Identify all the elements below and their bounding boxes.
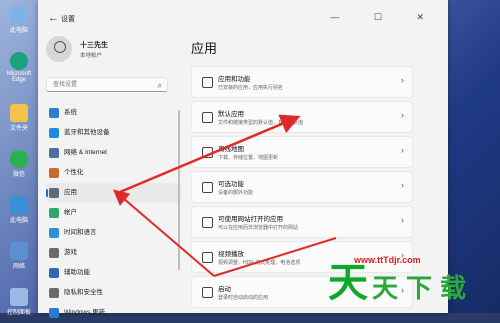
card-optional-features[interactable]: 可选功能 设备的额外功能 › xyxy=(191,171,413,203)
sidebar-item-network[interactable]: 网络 & Internet xyxy=(46,143,181,163)
chevron-right-icon: › xyxy=(401,215,404,225)
sidebar-item-accessibility[interactable]: 辅助功能 xyxy=(46,263,181,283)
user-profile[interactable]: 十三先生 本地帐户 xyxy=(46,36,176,70)
card-description: 设备的额外功能 xyxy=(218,190,254,196)
sidebar-scrollbar[interactable] xyxy=(178,110,180,270)
monitor-icon xyxy=(10,196,28,214)
sidebar-item-accounts[interactable]: 帐户 xyxy=(46,203,181,223)
search-input[interactable]: 查找设置 ⌕ xyxy=(46,77,168,92)
card-default-apps[interactable]: 默认应用 文件和链接类型的默认值，其他默认值 › xyxy=(191,101,413,133)
card-title: 可使用网站打开的应用 xyxy=(218,216,283,223)
card-title: 应用和功能 xyxy=(218,76,251,83)
default-apps-icon xyxy=(202,112,213,123)
personalization-icon xyxy=(49,168,59,178)
sidebar-item-windows-update[interactable]: Windows 更新 xyxy=(46,303,181,323)
accessibility-icon xyxy=(49,268,59,278)
user-name: 十三先生 xyxy=(80,42,108,49)
chevron-right-icon: › xyxy=(401,145,404,155)
card-description: 文件和链接类型的默认值，其他默认值 xyxy=(218,120,304,126)
chevron-right-icon: › xyxy=(401,75,404,85)
sidebar-item-bluetooth[interactable]: 蓝牙和其他设备 xyxy=(46,123,181,143)
desktop-icon-control-panel[interactable]: 控制面板 xyxy=(3,288,35,316)
desktop-icon-this-pc[interactable]: 此电脑 xyxy=(3,6,35,34)
avatar xyxy=(46,36,72,62)
edge-icon xyxy=(10,52,28,70)
desktop-icons: 此电脑 Microsoft Edge 文件夹 微信 此电脑 网络 控制面板 xyxy=(0,0,38,316)
card-apps-features[interactable]: 应用和功能 已安装的应用，应用执行别名 › xyxy=(191,66,413,98)
bluetooth-icon xyxy=(49,128,59,138)
sidebar-nav: 系统 蓝牙和其他设备 网络 & Internet 个性化 应用 帐户 时间和语言… xyxy=(46,103,181,323)
card-title: 默认应用 xyxy=(218,111,244,118)
offline-maps-icon xyxy=(202,147,213,158)
account-type: 本地帐户 xyxy=(80,53,103,59)
privacy-icon xyxy=(49,288,59,298)
account-icon xyxy=(49,208,59,218)
chevron-right-icon: › xyxy=(401,110,404,120)
folder-icon xyxy=(10,104,28,122)
sidebar-item-gaming[interactable]: 游戏 xyxy=(46,243,181,263)
gaming-icon xyxy=(49,248,59,258)
computer-icon xyxy=(10,6,28,24)
window-title: 设置 xyxy=(61,16,75,23)
startup-icon xyxy=(202,287,213,298)
video-playback-icon xyxy=(202,252,213,263)
control-panel-icon xyxy=(10,288,28,306)
card-apps-for-websites[interactable]: 可使用网站打开的应用 可以在应用而非浏览器中打开的网站 › xyxy=(191,206,413,238)
desktop-icon-wechat[interactable]: 微信 xyxy=(3,150,35,178)
desktop-icon-folder[interactable]: 文件夹 xyxy=(3,104,35,132)
wechat-icon xyxy=(10,150,28,168)
apps-features-icon xyxy=(202,77,213,88)
card-description: 可以在应用而非浏览器中打开的网站 xyxy=(218,225,299,231)
optional-features-icon xyxy=(202,182,213,193)
card-title: 视频播放 xyxy=(218,251,244,258)
back-arrow-icon[interactable]: ← xyxy=(48,12,59,24)
page-title: 应用 xyxy=(191,41,218,56)
card-description: 视频调整、HDR 流式处理、电池选项 xyxy=(218,260,301,266)
card-title: 离线地图 xyxy=(218,146,244,153)
chevron-right-icon: › xyxy=(401,180,404,190)
sidebar-item-privacy[interactable]: 隐私和安全性 xyxy=(46,283,181,303)
system-icon xyxy=(49,108,59,118)
title-bar: ← 设置 — ☐ ✕ xyxy=(38,10,448,28)
card-description: 已安装的应用，应用执行别名 xyxy=(218,85,284,91)
watermark: 天 天 下 载 www.ttTdjr.com xyxy=(328,255,467,305)
apps-for-websites-icon xyxy=(202,217,213,228)
time-language-icon xyxy=(49,228,59,238)
card-title: 可选功能 xyxy=(218,181,244,188)
desktop-icon-network[interactable]: 网络 xyxy=(3,242,35,270)
desktop-icon-edge[interactable]: Microsoft Edge xyxy=(3,52,35,83)
window-controls[interactable]: — ☐ ✕ xyxy=(330,12,440,23)
sidebar-item-system[interactable]: 系统 xyxy=(46,103,181,123)
search-icon: ⌕ xyxy=(157,81,162,90)
sidebar-item-personalization[interactable]: 个性化 xyxy=(46,163,181,183)
sidebar-item-time-language[interactable]: 时间和语言 xyxy=(46,223,181,243)
network-icon xyxy=(10,242,28,260)
card-title: 启动 xyxy=(218,286,231,293)
update-icon xyxy=(49,308,59,318)
card-description: 下载、存储位置、地图更新 xyxy=(218,155,279,161)
watermark-url: www.ttTdjr.com xyxy=(354,255,421,265)
desktop-icon-monitor[interactable]: 此电脑 xyxy=(3,196,35,224)
network-icon xyxy=(49,148,59,158)
card-offline-maps[interactable]: 离线地图 下载、存储位置、地图更新 › xyxy=(191,136,413,168)
sidebar-item-apps[interactable]: 应用 xyxy=(46,183,181,203)
search-placeholder: 查找设置 xyxy=(53,82,78,88)
card-description: 登录时自动启动的应用 xyxy=(218,295,269,301)
apps-icon xyxy=(49,188,59,198)
